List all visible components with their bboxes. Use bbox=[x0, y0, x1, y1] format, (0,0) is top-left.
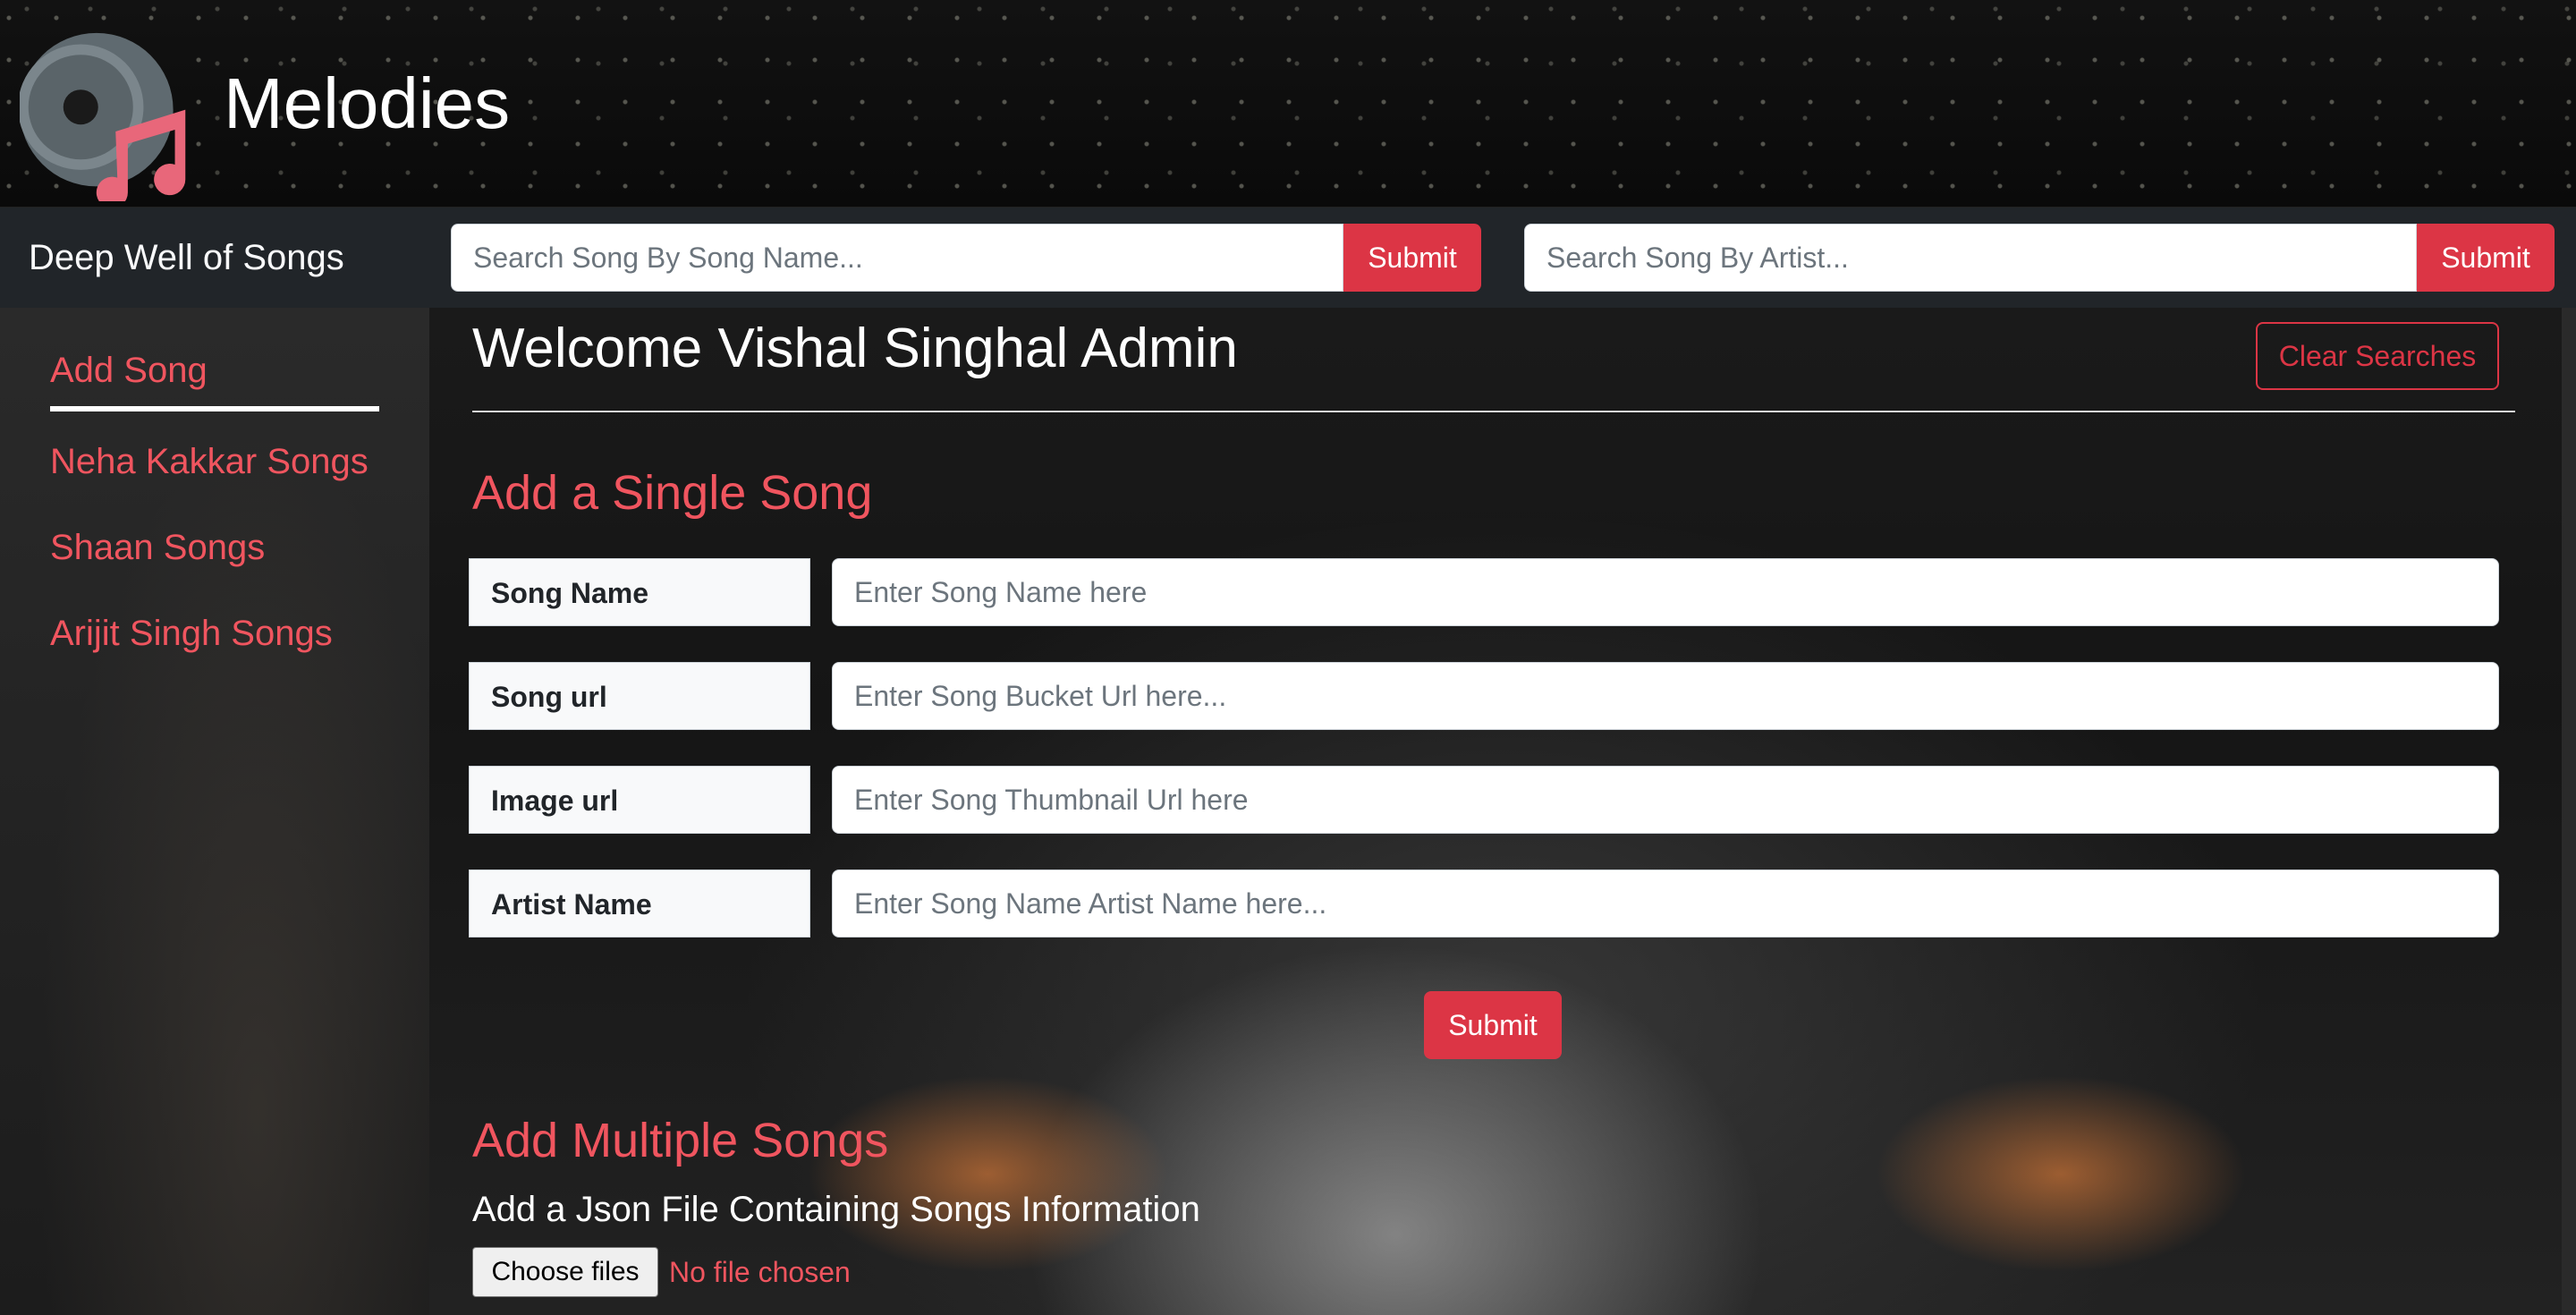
active-indicator bbox=[50, 406, 379, 411]
artist-name-input[interactable] bbox=[832, 870, 2499, 937]
page-title: Welcome Vishal Singhal Admin bbox=[472, 318, 1238, 379]
song-url-input[interactable] bbox=[832, 662, 2499, 730]
image-url-label: Image url bbox=[469, 766, 810, 834]
sidebar-item-arijit-singh[interactable]: Arijit Singh Songs bbox=[50, 614, 333, 654]
clear-searches-button[interactable]: Clear Searches bbox=[2256, 322, 2499, 390]
sidebar: Add Song Neha Kakkar Songs Shaan Songs A… bbox=[0, 308, 429, 1315]
artist-search-input[interactable] bbox=[1524, 224, 2417, 292]
add-song-submit-button[interactable]: Submit bbox=[1424, 991, 1562, 1059]
music-disc-logo-icon bbox=[20, 32, 186, 201]
artist-name-label: Artist Name bbox=[469, 870, 810, 937]
choose-files-button[interactable]: Choose files bbox=[472, 1247, 658, 1297]
json-file-label: Add a Json File Containing Songs Informa… bbox=[472, 1190, 1200, 1229]
artist-search-submit-button[interactable]: Submit bbox=[2417, 224, 2555, 292]
image-url-input[interactable] bbox=[832, 766, 2499, 834]
sidebar-item-neha-kakkar[interactable]: Neha Kakkar Songs bbox=[50, 442, 369, 482]
song-search-submit-button[interactable]: Submit bbox=[1343, 224, 1481, 292]
sidebar-item-shaan[interactable]: Shaan Songs bbox=[50, 528, 265, 568]
navbar: Deep Well of Songs Submit Submit bbox=[0, 208, 2576, 308]
main-content: Welcome Vishal Singhal Admin Clear Searc… bbox=[429, 308, 2576, 1315]
scrollbar[interactable] bbox=[2562, 308, 2576, 1315]
single-song-heading: Add a Single Song bbox=[472, 466, 873, 520]
app-title: Melodies bbox=[224, 64, 511, 143]
song-name-input[interactable] bbox=[832, 558, 2499, 626]
sidebar-item-add-song[interactable]: Add Song bbox=[50, 351, 208, 391]
navbar-brand[interactable]: Deep Well of Songs bbox=[29, 238, 344, 278]
multiple-songs-heading: Add Multiple Songs bbox=[472, 1114, 889, 1167]
divider bbox=[472, 411, 2515, 412]
header-banner: Melodies bbox=[0, 0, 2576, 208]
song-name-label: Song Name bbox=[469, 558, 810, 626]
song-url-label: Song url bbox=[469, 662, 810, 730]
file-status-text: No file chosen bbox=[669, 1256, 851, 1288]
song-search-input[interactable] bbox=[451, 224, 1343, 292]
